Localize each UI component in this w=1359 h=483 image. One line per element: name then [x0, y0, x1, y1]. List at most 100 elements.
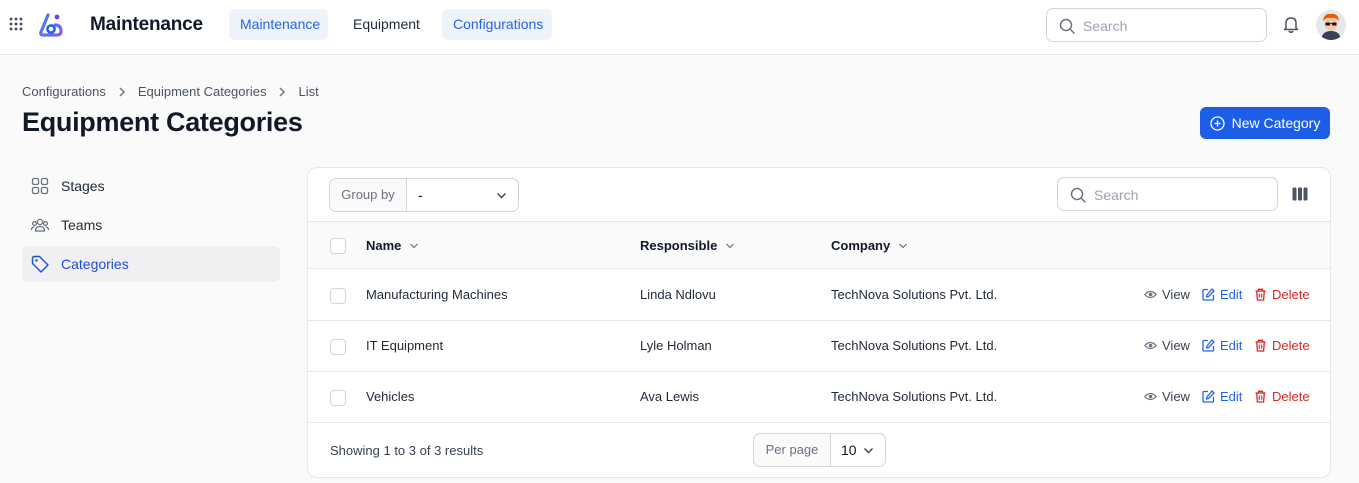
- categories-table-panel: Group by - Name Responsible Company: [307, 167, 1331, 478]
- chevron-down-icon: [410, 243, 419, 248]
- users-icon: [30, 218, 50, 232]
- delete-button[interactable]: Delete: [1254, 389, 1310, 404]
- table-row: Manufacturing Machines Linda Ndlovu Tech…: [308, 270, 1330, 321]
- view-label: View: [1162, 389, 1190, 404]
- column-header-company[interactable]: Company: [831, 238, 908, 253]
- eye-icon: [1144, 290, 1157, 299]
- trash-icon: [1255, 288, 1266, 301]
- chevron-down-icon: [497, 193, 506, 199]
- column-header-label: Company: [831, 238, 891, 253]
- group-by-label: Group by: [330, 179, 407, 211]
- eye-icon: [1144, 341, 1157, 350]
- view-label: View: [1162, 287, 1190, 302]
- edit-button[interactable]: Edit: [1202, 338, 1242, 353]
- cell-company: TechNova Solutions Pvt. Ltd.: [831, 287, 998, 302]
- delete-button[interactable]: Delete: [1254, 287, 1310, 302]
- chevron-down-icon: [899, 243, 908, 248]
- tag-icon: [31, 255, 49, 273]
- group-by-select[interactable]: -: [407, 179, 518, 211]
- view-button[interactable]: View: [1144, 287, 1190, 302]
- edit-icon: [1202, 288, 1215, 301]
- view-label: View: [1162, 338, 1190, 353]
- cell-responsible: Lyle Holman: [640, 338, 712, 353]
- per-page-value: 10: [841, 442, 857, 458]
- cell-name: Manufacturing Machines: [366, 287, 508, 302]
- row-checkbox[interactable]: [330, 339, 346, 355]
- cell-responsible: Linda Ndlovu: [640, 287, 716, 302]
- cell-company: TechNova Solutions Pvt. Ltd.: [831, 389, 998, 404]
- column-header-name[interactable]: Name: [366, 238, 419, 253]
- grid-icon: [31, 177, 49, 195]
- new-category-button-label: New Category: [1231, 115, 1321, 131]
- chevron-down-icon: [864, 448, 873, 454]
- edit-icon: [1202, 390, 1215, 403]
- cell-name: IT Equipment: [366, 338, 444, 353]
- sidebar-item-teams[interactable]: Teams: [22, 207, 280, 243]
- app-logo-icon: [39, 13, 63, 37]
- per-page-label: Per page: [754, 434, 831, 466]
- column-header-label: Name: [366, 238, 402, 253]
- table-search-input[interactable]: [1094, 185, 1269, 205]
- apps-grid-icon[interactable]: [9, 17, 23, 31]
- global-search-input[interactable]: [1083, 16, 1258, 36]
- row-checkbox[interactable]: [330, 288, 346, 304]
- cell-name: Vehicles: [366, 389, 415, 404]
- sidebar-item-label: Teams: [61, 217, 103, 233]
- edit-label: Edit: [1220, 287, 1243, 302]
- sidebar-item-label: Stages: [61, 178, 105, 194]
- new-category-button[interactable]: New Category: [1200, 107, 1330, 139]
- tab-configurations[interactable]: Configurations: [442, 9, 552, 40]
- edit-button[interactable]: Edit: [1202, 389, 1242, 404]
- breadcrumb-list: List: [298, 84, 319, 99]
- view-button[interactable]: View: [1144, 338, 1190, 353]
- select-all-checkbox[interactable]: [330, 238, 346, 254]
- search-icon: [1059, 18, 1075, 34]
- tab-maintenance[interactable]: Maintenance: [229, 9, 328, 40]
- column-header-label: Responsible: [640, 238, 718, 253]
- sidebar-item-label: Categories: [61, 256, 129, 272]
- breadcrumb-configurations[interactable]: Configurations: [22, 84, 106, 99]
- chevron-right-icon: [119, 87, 125, 96]
- chevron-right-icon: [279, 87, 286, 96]
- table-search: [1057, 177, 1278, 211]
- eye-icon: [1144, 392, 1157, 401]
- app-title: Maintenance: [90, 14, 203, 35]
- per-page-control: Per page 10: [753, 433, 886, 467]
- cell-responsible: Ava Lewis: [640, 389, 700, 404]
- table-row: IT Equipment Lyle Holman TechNova Soluti…: [308, 321, 1330, 372]
- cell-company: TechNova Solutions Pvt. Ltd.: [831, 338, 998, 353]
- search-icon: [1070, 187, 1086, 203]
- sidebar-item-stages[interactable]: Stages: [22, 168, 280, 204]
- breadcrumb: Configurations Equipment Categories List: [22, 84, 319, 99]
- table-row: Vehicles Ava Lewis TechNova Solutions Pv…: [308, 372, 1330, 423]
- page-title: Equipment Categories: [22, 107, 303, 137]
- edit-icon: [1202, 339, 1215, 352]
- avatar-illustration-icon: [1316, 10, 1346, 40]
- row-checkbox[interactable]: [330, 390, 346, 406]
- delete-label: Delete: [1272, 287, 1310, 302]
- group-by-value: -: [418, 187, 423, 203]
- chevron-down-icon: [726, 243, 735, 248]
- columns-toggle-icon[interactable]: [1292, 187, 1308, 201]
- top-bar: Maintenance Maintenance Equipment Config…: [0, 0, 1359, 55]
- sidebar-item-categories[interactable]: Categories: [22, 246, 280, 282]
- user-avatar[interactable]: [1316, 10, 1346, 40]
- edit-button[interactable]: Edit: [1202, 287, 1242, 302]
- per-page-select[interactable]: 10: [831, 434, 885, 466]
- table-header: Name Responsible Company: [308, 221, 1330, 269]
- group-by-control: Group by -: [329, 178, 519, 212]
- tab-equipment[interactable]: Equipment: [342, 9, 428, 40]
- column-header-responsible[interactable]: Responsible: [640, 238, 735, 253]
- edit-label: Edit: [1220, 338, 1243, 353]
- view-button[interactable]: View: [1144, 389, 1190, 404]
- notification-bell-icon[interactable]: [1281, 14, 1301, 34]
- breadcrumb-equipment-categories[interactable]: Equipment Categories: [138, 84, 267, 99]
- plus-circle-icon: [1209, 115, 1225, 131]
- trash-icon: [1255, 339, 1266, 352]
- edit-label: Edit: [1220, 389, 1243, 404]
- delete-label: Delete: [1272, 338, 1310, 353]
- global-search: [1046, 8, 1267, 42]
- results-summary: Showing 1 to 3 of 3 results: [330, 443, 484, 458]
- delete-label: Delete: [1272, 389, 1310, 404]
- delete-button[interactable]: Delete: [1254, 338, 1310, 353]
